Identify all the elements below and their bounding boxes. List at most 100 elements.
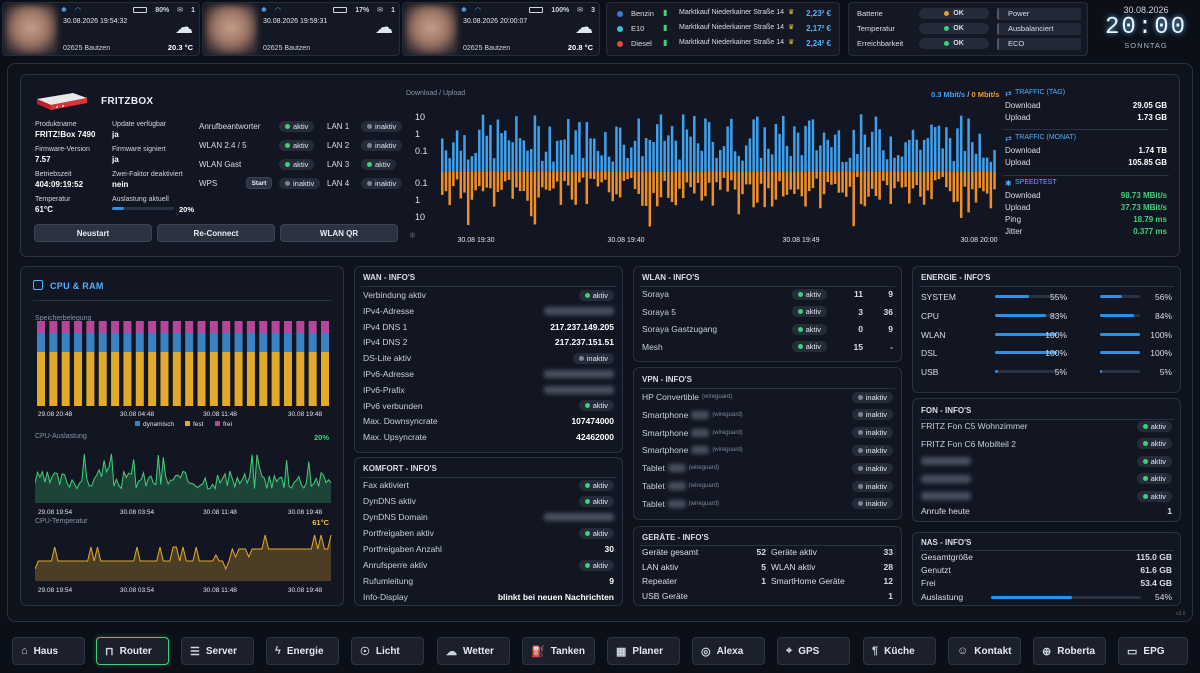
row-label: DynDNS aktiv [363, 496, 416, 506]
status-pill[interactable]: aktiv [578, 479, 614, 491]
power-mode-option[interactable]: Power [997, 8, 1081, 20]
power-mode-option[interactable]: Ausbalanciert [997, 23, 1081, 35]
upload-bar [919, 172, 922, 197]
nas-label: Frei [921, 578, 936, 588]
status-pill[interactable]: aktiv [791, 341, 827, 352]
memory-chart: 29.08 20:48 30.08 04:48 30.08 11:48 30.08 1… [37, 321, 329, 428]
status-pill[interactable]: aktiv [279, 159, 315, 170]
download-bar [681, 114, 685, 172]
download-bar [526, 150, 529, 172]
status-pill[interactable]: aktiv [279, 140, 315, 151]
status-pill[interactable]: aktiv [279, 121, 315, 132]
chart-settings-icon[interactable]: ✻ [409, 231, 416, 240]
upload-bar [681, 172, 685, 199]
nav-alexa[interactable]: ◎ Alexa [692, 637, 765, 665]
download-bar [504, 130, 507, 172]
upload-bar [937, 172, 941, 180]
download-bar [908, 139, 911, 172]
status-pill[interactable]: aktiv [578, 495, 614, 507]
nav-wetter[interactable]: ☁ Wetter [437, 637, 510, 665]
nav-gps[interactable]: ⌖ GPS [777, 637, 850, 665]
wps-start-label: Start [251, 179, 267, 187]
status-pill[interactable]: inaktiv [279, 178, 321, 189]
nav-licht[interactable]: ☉ Licht [351, 637, 424, 665]
traffic-value: 18.79 ms [1133, 215, 1167, 224]
wps-start-button[interactable]: Start [246, 177, 272, 189]
mem-bar-frei [209, 321, 218, 333]
status-pill[interactable]: aktiv [1136, 490, 1172, 502]
nav-energie[interactable]: ϟ Energie [266, 637, 339, 665]
nav-kontakt[interactable]: ☺ Kontakt [948, 637, 1021, 665]
status-pill[interactable]: inaktiv [851, 409, 893, 421]
legend-swatch [185, 421, 190, 426]
nav-haus[interactable]: ⌂ Haus [12, 637, 85, 665]
status-pill[interactable]: inaktiv [572, 352, 614, 364]
nav-küche[interactable]: ¶ Küche [863, 637, 936, 665]
download-bar [796, 132, 800, 172]
status-pill[interactable]: inaktiv [851, 462, 893, 474]
row-label: Max. Downsyncrate [363, 416, 438, 427]
load-bar [112, 207, 174, 210]
status-pill[interactable]: inaktiv [361, 140, 403, 151]
redacted-value [921, 474, 971, 483]
status-pill[interactable]: inaktiv [851, 391, 893, 403]
status-pill[interactable]: inaktiv [851, 480, 893, 492]
status-pill[interactable]: aktiv [791, 306, 827, 317]
redacted-value [691, 428, 710, 437]
status-pill[interactable]: aktiv [791, 288, 827, 300]
upload-bar [763, 172, 766, 208]
nas-panel: NAS - INFO'S Gesamtgröße 115.0 GB Genutzt 61… [912, 532, 1181, 606]
download-bar [782, 115, 785, 172]
download-bar [893, 157, 896, 172]
status-pill[interactable]: inaktiv [851, 498, 893, 510]
divider [361, 286, 616, 287]
upload-bar [974, 172, 978, 203]
status-pill[interactable]: aktiv [578, 527, 614, 539]
download-bar [574, 130, 577, 172]
status-pill[interactable]: aktiv [361, 159, 397, 170]
upload-bar [696, 172, 700, 183]
nav-planer[interactable]: ▦ Planer [607, 637, 680, 665]
power-mode-option[interactable]: ECO [997, 38, 1081, 50]
upload-bar [845, 172, 848, 197]
section-title: TRAFFIC (MONAT) [1015, 134, 1076, 141]
status-pill-text: aktiv [592, 560, 608, 570]
status-pill[interactable]: aktiv [1136, 455, 1172, 467]
nav-router[interactable]: ⊓ Router [96, 637, 169, 665]
status-pill[interactable]: inaktiv [851, 444, 893, 456]
status-pill[interactable]: aktiv [578, 400, 614, 412]
upload-bar [526, 172, 529, 201]
wlan-row: Soraya 5 aktiv 3 36 [642, 305, 893, 319]
download-bar [737, 155, 741, 172]
upload-bar [685, 172, 689, 183]
wlan-qr-button[interactable]: WLAN QR [280, 224, 398, 242]
download-bar [478, 129, 481, 172]
divider [1003, 129, 1169, 130]
status-pill[interactable]: inaktiv [361, 178, 403, 189]
status-pill[interactable]: aktiv [578, 559, 614, 571]
status-pill[interactable]: aktiv [1136, 438, 1172, 449]
status-pill[interactable]: aktiv [578, 289, 614, 301]
upload-bar [722, 172, 726, 178]
nav-roberta[interactable]: ⊕ Roberta [1033, 637, 1106, 665]
battery-level: 80% [155, 6, 170, 14]
status-pill[interactable]: aktiv [1136, 420, 1172, 432]
energy-value: 100% [1150, 348, 1172, 359]
status-pill[interactable]: aktiv [1136, 473, 1172, 484]
restart-button[interactable]: Neustart [34, 224, 152, 242]
alexa-icon: ◎ [701, 645, 711, 658]
reconnect-button[interactable]: Re-Connect [157, 224, 275, 242]
vpn-name: Smartphone [642, 409, 689, 420]
legend-separator: / [967, 90, 970, 99]
nav-epg[interactable]: ▭ EPG [1118, 637, 1188, 665]
download-bar [867, 147, 870, 172]
upload-bar [518, 172, 522, 192]
status-pill[interactable]: inaktiv [851, 427, 893, 439]
status-pill[interactable]: inaktiv [361, 121, 403, 132]
download-bar [459, 150, 463, 172]
status-pill[interactable]: aktiv [791, 323, 827, 335]
upload-bar [444, 172, 448, 192]
nav-server[interactable]: ☰ Server [181, 637, 254, 665]
avatar [205, 5, 257, 55]
nav-tanken[interactable]: ⛽ Tanken [522, 637, 595, 665]
